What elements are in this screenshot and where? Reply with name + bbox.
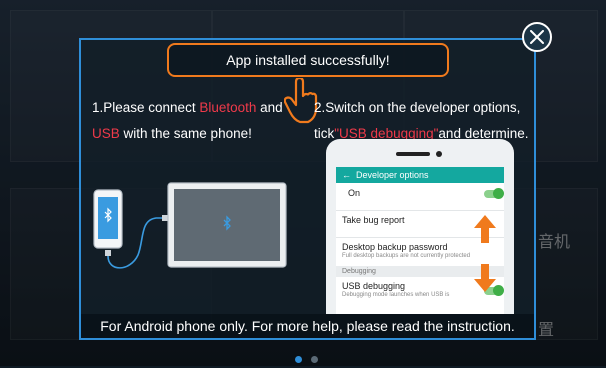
phone-camera <box>436 151 442 157</box>
developer-options-title: Developer options <box>356 170 429 180</box>
back-arrow-icon: ← <box>342 170 351 180</box>
step-1-text: and <box>256 100 283 115</box>
step-1-instruction: 1.Please connect Bluetooth and USB with … <box>92 95 312 147</box>
developer-on-row: On <box>336 188 504 198</box>
step-1-text: with the same phone! <box>119 126 252 141</box>
page-indicator <box>295 350 327 368</box>
on-label: On <box>348 188 361 198</box>
step-2-text: 2.Switch on the developer options, <box>314 100 521 115</box>
install-success-banner: App installed successfully! <box>167 43 449 77</box>
step-1-text: 1.Please connect <box>92 100 200 115</box>
backup-password-subtitle: Full desktop backups are not currently p… <box>342 253 471 259</box>
developer-options-header: ← Developer options <box>336 167 504 183</box>
backup-password-label: Desktop backup password <box>342 242 448 252</box>
arrow-up-icon <box>474 215 496 243</box>
phone-speaker <box>396 152 430 156</box>
usb-plug <box>105 250 111 256</box>
bluetooth-highlight: Bluetooth <box>199 100 257 115</box>
arrow-down-icon <box>474 264 496 292</box>
bug-report-label: Take bug report <box>342 215 405 225</box>
usb-debugging-label: USB debugging <box>342 281 406 291</box>
help-footer: For Android phone only. For more help, p… <box>81 314 534 338</box>
page-dot[interactable] <box>311 356 318 363</box>
close-button[interactable] <box>522 22 552 52</box>
usb-highlight: USB <box>92 126 120 141</box>
step-2-text: tick <box>314 126 335 141</box>
close-icon <box>530 30 544 44</box>
developer-on-toggle <box>484 188 504 199</box>
bluetooth-usb-illustration <box>93 182 287 269</box>
page-dot-active[interactable] <box>295 356 302 363</box>
